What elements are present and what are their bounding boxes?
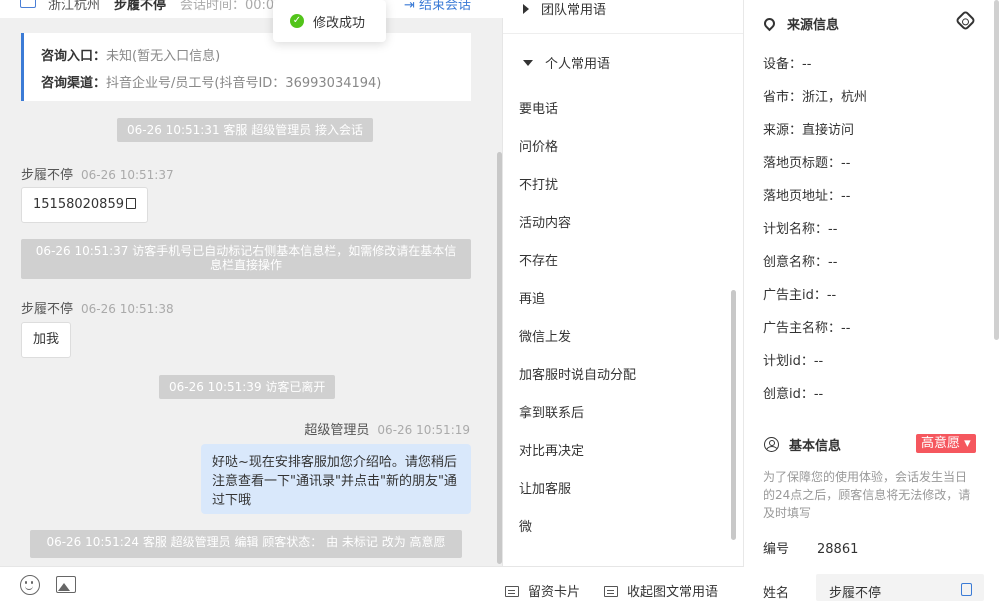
lead-card-label: 留资卡片: [528, 585, 581, 600]
divider: [503, 33, 743, 34]
sender-name: 步履不停: [21, 168, 74, 183]
phrase-item[interactable]: 拿到联系后: [519, 402, 584, 421]
lead-card-button[interactable]: 留资卡片: [505, 581, 580, 600]
message-sender: 步履不停 06-26 10:51:38: [21, 298, 174, 317]
success-toast: ✓ 修改成功: [273, 0, 386, 42]
end-session-button[interactable]: ⇥ 结束会话: [404, 0, 471, 13]
monitor-icon: [20, 0, 36, 8]
chat-toolbar: [0, 566, 503, 601]
collapse-phrases-button[interactable]: 收起图文常用语: [604, 581, 718, 600]
message-time: 06-26 10:51:38: [81, 302, 174, 316]
emoji-icon[interactable]: [20, 575, 40, 595]
message-time: 06-26 10:51:37: [81, 168, 174, 182]
customer-id-row: 编号 28861: [763, 538, 858, 557]
system-message: 06-26 10:51:24 客服 超级管理员 编辑 顾客状态： 由 未标记 改…: [30, 530, 462, 558]
system-message: 06-26 10:51:37 访客手机号已自动标记右侧基本信息栏，如需修改请在基…: [21, 239, 471, 279]
phrase-item[interactable]: 微: [519, 516, 532, 535]
basic-info-title: 基本信息: [764, 435, 841, 454]
phrase-item[interactable]: 活动内容: [519, 212, 571, 231]
intent-status-dropdown[interactable]: 高意愿 ▾: [916, 434, 976, 453]
phrase-item[interactable]: 对比再决定: [519, 440, 584, 459]
user-icon: [764, 437, 779, 452]
source-field: 省市：浙江，杭州: [763, 90, 868, 105]
source-field: 广告主id：--: [763, 288, 837, 303]
personal-phrases-group[interactable]: 个人常用语: [523, 53, 610, 72]
source-field: 落地页标题：--: [763, 156, 851, 171]
id-value: 28861: [817, 542, 859, 557]
name-label: 姓名: [763, 586, 790, 601]
source-field: 广告主名称：--: [763, 321, 851, 336]
channel-value: 抖音企业号/员工号(抖音号ID：36993034194): [106, 76, 382, 91]
system-message: 06-26 10:51:31 客服 超级管理员 接入会话: [117, 118, 374, 142]
visitor-location: 浙江杭州: [48, 0, 101, 13]
phrase-item[interactable]: 不存在: [519, 250, 558, 269]
phrase-item[interactable]: 要电话: [519, 98, 558, 117]
location-pin-icon: [761, 15, 778, 32]
image-icon[interactable]: [56, 576, 76, 593]
channel-row: 咨询渠道：抖音企业号/员工号(抖音号ID：36993034194): [41, 72, 381, 91]
entry-label: 咨询入口：: [41, 49, 107, 64]
copy-icon[interactable]: [125, 198, 136, 209]
personal-phrases-label: 个人常用语: [545, 57, 611, 72]
quick-phrases-panel: 团队常用语 个人常用语 要电话 问价格 不打扰 活动内容 不存在 再追 微信上发…: [503, 0, 744, 566]
edit-notice: 为了保障您的使用体验，会话发生当日的24点之后，顾客信息将无法修改，请及时填写: [763, 470, 971, 520]
agent-message-bubble: 好哒~现在安排客服加您介绍哈。请您稍后注意查看一下"通讯录"并点击"新的朋友"通…: [201, 444, 471, 514]
source-field: 来源：直接访问: [763, 123, 855, 138]
customer-info-panel: 来源信息 设备：-- 省市：浙江，杭州 来源：直接访问 落地页标题：-- 落地页…: [744, 0, 999, 601]
phrase-item[interactable]: 问价格: [519, 136, 558, 155]
chat-panel: 浙江杭州 步履不停 会话时间：00:0 ⇥ 结束会话 ✓ 修改成功 咨询入口：未…: [0, 0, 503, 601]
agent-sender: 超级管理员 06-26 10:51:19: [304, 419, 470, 438]
phrase-item[interactable]: 再追: [519, 288, 545, 307]
caret-down-icon: [523, 60, 533, 66]
basic-info-label: 基本信息: [789, 439, 842, 454]
agent-time: 06-26 10:51:19: [377, 423, 470, 437]
phrase-item[interactable]: 加客服时说自动分配: [519, 364, 636, 383]
channel-label: 咨询渠道：: [41, 76, 107, 91]
consult-info-card: 咨询入口：未知(暂无入口信息) 咨询渠道：抖音企业号/员工号(抖音号ID：369…: [21, 33, 471, 101]
caret-right-icon: [523, 4, 529, 14]
message-bubble: 15158020859: [21, 187, 148, 223]
phrase-item[interactable]: 让加客服: [519, 478, 571, 497]
name-value: 步履不停: [829, 586, 882, 601]
phone-number: 15158020859: [33, 197, 124, 212]
collapse-phrases-label: 收起图文常用语: [627, 585, 719, 600]
end-session-label: 结束会话: [419, 0, 472, 13]
entry-value: 未知(暂无入口信息): [106, 49, 221, 64]
source-field: 落地页地址：--: [763, 189, 851, 204]
source-info-title: 来源信息: [761, 14, 840, 33]
card-icon: [505, 586, 519, 597]
sender-name: 步履不停: [21, 302, 74, 317]
phrase-item[interactable]: 不打扰: [519, 174, 558, 193]
chat-header: 浙江杭州 步履不停 会话时间：00:0 ⇥ 结束会话: [0, 0, 503, 18]
source-field: 创意名称：--: [763, 255, 838, 270]
source-field: 计划名称：--: [763, 222, 838, 237]
team-phrases-label: 团队常用语: [541, 3, 607, 18]
id-label: 编号: [763, 542, 790, 557]
system-message: 06-26 10:51:39 访客已离开: [159, 375, 336, 399]
agent-name: 超级管理员: [304, 423, 370, 438]
message-bubble: 加我: [21, 322, 72, 358]
source-field: 设备：--: [763, 57, 812, 72]
session-time: 会话时间：00:0: [180, 0, 275, 13]
footer-actions: 留资卡片 收起图文常用语: [503, 566, 744, 601]
team-phrases-group[interactable]: 团队常用语: [523, 0, 606, 18]
chat-scrollbar[interactable]: [497, 152, 502, 564]
phrase-item[interactable]: 微信上发: [519, 326, 571, 345]
phrases-scrollbar[interactable]: [731, 290, 736, 540]
message-icon: [604, 586, 618, 597]
source-info-label: 来源信息: [787, 18, 840, 33]
entry-row: 咨询入口：未知(暂无入口信息): [41, 45, 220, 64]
visitor-name: 步履不停: [114, 0, 167, 13]
name-field[interactable]: 步履不停: [816, 574, 984, 601]
source-field: 创意id：--: [763, 387, 824, 402]
info-scrollbar[interactable]: [994, 0, 999, 340]
source-field: 计划id：--: [763, 354, 824, 369]
check-circle-icon: ✓: [290, 14, 304, 28]
copy-icon[interactable]: [961, 583, 972, 596]
settings-icon[interactable]: [954, 9, 977, 32]
message-sender: 步履不停 06-26 10:51:37: [21, 164, 174, 183]
toast-text: 修改成功: [313, 16, 366, 31]
